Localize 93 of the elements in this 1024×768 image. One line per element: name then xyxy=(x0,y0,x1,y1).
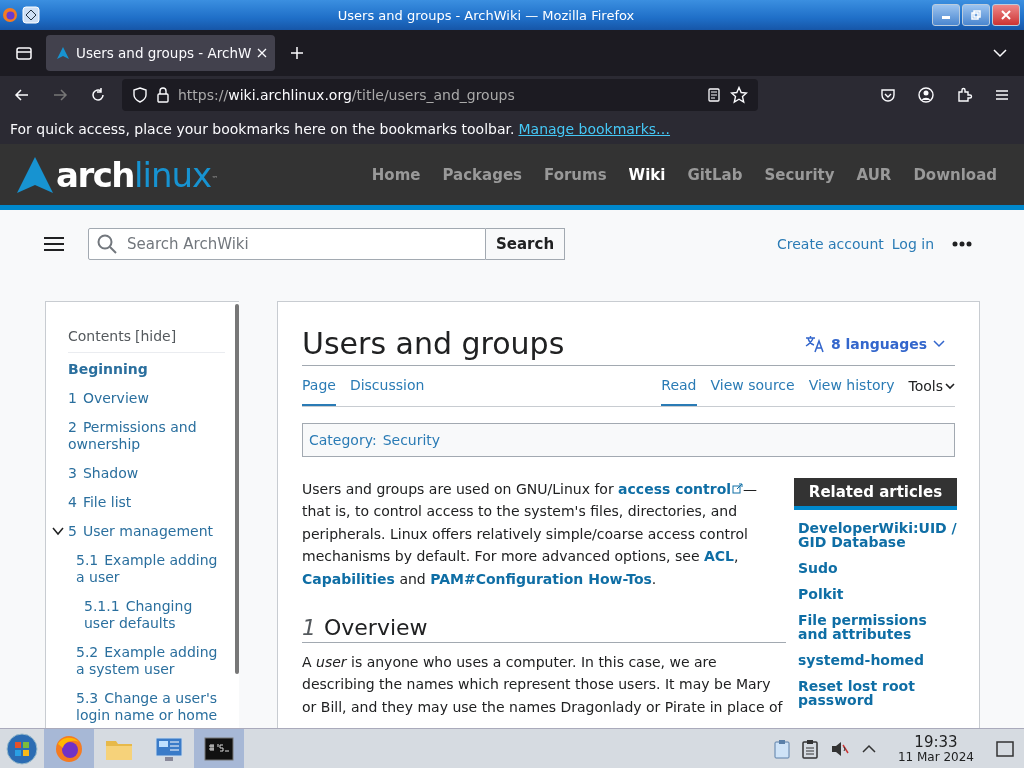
contents-item[interactable]: Beginning xyxy=(68,361,225,378)
contents-item[interactable]: 5.1 Example adding a user xyxy=(76,552,225,586)
related-article-link[interactable]: Polkit xyxy=(798,587,957,601)
account-icon[interactable] xyxy=(917,86,935,104)
contents-item[interactable]: 2 Permissions and ownership xyxy=(68,419,225,453)
star-icon[interactable] xyxy=(730,86,748,104)
firefox-icon xyxy=(54,733,84,764)
search-input[interactable]: Search ArchWiki xyxy=(125,234,477,254)
start-orb-icon[interactable] xyxy=(6,732,38,765)
contents-item[interactable]: 5 User management xyxy=(68,523,225,540)
related-article-link[interactable]: Reset lost root password xyxy=(798,679,957,707)
shield-icon xyxy=(132,87,148,103)
contents-title: Contents xyxy=(68,328,131,344)
tools-menu[interactable]: Tools xyxy=(908,366,955,406)
taskbar-app[interactable] xyxy=(44,728,94,768)
page-title: Users and groups xyxy=(302,326,566,361)
pocket-icon[interactable] xyxy=(879,86,897,104)
contents-item[interactable]: 1 Overview xyxy=(68,390,225,407)
user-link[interactable]: Create account xyxy=(777,236,884,252)
search-field[interactable]: Search ArchWiki xyxy=(88,228,486,260)
triangle-logo-icon xyxy=(16,155,54,194)
user-link[interactable]: Log in xyxy=(891,236,934,252)
overview-paragraph: A user is anyone who uses a computer. In this case, we are describing the names which represent those users. It may be Mary or Bill, and they may use the names Dragonlady or Pirate in place of xyxy=(302,653,784,717)
view-tab[interactable]: View history xyxy=(808,366,895,406)
diamond-icon[interactable] xyxy=(22,6,40,24)
close-button[interactable] xyxy=(992,4,1020,26)
related-article-link[interactable]: systemd-homed xyxy=(798,653,957,667)
close-icon xyxy=(1001,10,1011,20)
minimize-button[interactable] xyxy=(932,4,960,26)
site-nav-link[interactable]: Home xyxy=(360,165,432,184)
clipboard-icon[interactable] xyxy=(773,738,790,759)
article-link[interactable]: Capabilities xyxy=(302,570,395,587)
category-label[interactable]: Category: xyxy=(309,432,377,448)
menu-icon[interactable] xyxy=(44,236,64,252)
triangle-logo-icon xyxy=(56,46,70,60)
related-articles-heading: Related articles xyxy=(794,478,957,510)
site-nav-link[interactable]: Wiki xyxy=(617,165,677,184)
view-tab[interactable]: View source xyxy=(710,366,795,406)
lock-icon xyxy=(156,87,170,103)
article-link[interactable]: ACL xyxy=(703,548,734,565)
more-icon[interactable] xyxy=(952,241,972,247)
site-nav-link[interactable]: GitLab xyxy=(676,165,754,184)
related-article-link[interactable]: Sudo xyxy=(798,561,957,575)
chevron-down-icon xyxy=(933,340,945,348)
category-link[interactable]: Security xyxy=(382,432,441,448)
site-nav-link[interactable]: Download xyxy=(902,165,1008,184)
url-text: https://wiki.archlinux.org/title/users_and_groups xyxy=(178,87,515,103)
intro-paragraph: Users and groups are used on GNU/Linux for access control — that is, to control access to the system's files, directories, and peripherals. Linux offers relatively simple/coarse access control mechanisms by default. For more advanced options, see ACL, Capabilities and PAM#Configuration How-Tos. xyxy=(302,480,759,589)
tab-list-icon[interactable] xyxy=(15,44,33,62)
clock-time: 19:33 xyxy=(914,733,958,750)
section-heading: 1 Overview xyxy=(302,615,786,644)
site-nav-link[interactable]: AUR xyxy=(845,165,903,184)
address-bar[interactable]: https://wiki.archlinux.org/title/users_and_groups xyxy=(122,79,758,111)
restore-icon xyxy=(971,10,981,20)
firefox-icon xyxy=(2,7,18,23)
languages-button[interactable]: 8 languages xyxy=(804,335,945,353)
bookmarks-message: For quick access, place your bookmarks here on the bookmarks toolbar. xyxy=(10,121,515,137)
view-tab[interactable]: Read xyxy=(661,366,697,406)
site-nav-link[interactable]: Packages xyxy=(431,165,533,184)
notes-icon[interactable] xyxy=(801,738,818,759)
external-link-icon xyxy=(732,483,744,494)
contents-item[interactable]: 3 Shadow xyxy=(68,465,225,482)
search-icon xyxy=(97,234,117,254)
reload-icon[interactable] xyxy=(89,86,107,104)
manage-bookmarks-link[interactable]: Manage bookmarks… xyxy=(518,121,671,137)
search-button[interactable]: Search xyxy=(486,228,566,260)
taskbar-app[interactable] xyxy=(194,728,244,768)
chevron-down-icon[interactable] xyxy=(52,526,64,536)
related-article-link[interactable]: DeveloperWiki:UID / GID Database xyxy=(798,521,957,549)
contents-item[interactable]: 5.1.1 Changing user defaults xyxy=(84,598,225,632)
related-article-link[interactable]: File permissions and attributes xyxy=(798,613,957,641)
reader-view-icon[interactable] xyxy=(706,87,722,103)
show-desktop-icon[interactable] xyxy=(996,739,1014,758)
contents-item[interactable]: 5.3 Change a user's login name or home xyxy=(76,690,225,724)
contents-item[interactable]: 4 File list xyxy=(68,494,225,511)
hide-link[interactable]: [hide] xyxy=(135,328,177,344)
scrollbar[interactable] xyxy=(235,304,239,674)
site-nav-link[interactable]: Security xyxy=(753,165,846,184)
article-link[interactable]: access control xyxy=(618,481,744,497)
page-tab[interactable]: Page xyxy=(302,366,336,406)
article-link[interactable]: PAM#Configuration How-Tos xyxy=(430,570,652,587)
browser-tab[interactable]: Users and groups - ArchW xyxy=(46,35,276,71)
translate-icon xyxy=(804,335,825,353)
chevron-down-icon xyxy=(945,382,955,390)
page-tab[interactable]: Discussion xyxy=(349,366,425,406)
site-nav-link[interactable]: Forums xyxy=(533,165,618,184)
window-title: Users and groups - ArchWiki — Mozilla Firefox xyxy=(336,7,636,23)
maximize-button[interactable] xyxy=(962,4,990,26)
extensions-icon[interactable] xyxy=(955,86,973,104)
close-icon[interactable] xyxy=(257,48,268,58)
chevron-up-icon[interactable] xyxy=(861,743,876,754)
clock-date: 11 Mar 2024 xyxy=(897,749,974,764)
contents-item[interactable]: 5.2 Example adding a system user xyxy=(76,644,225,678)
